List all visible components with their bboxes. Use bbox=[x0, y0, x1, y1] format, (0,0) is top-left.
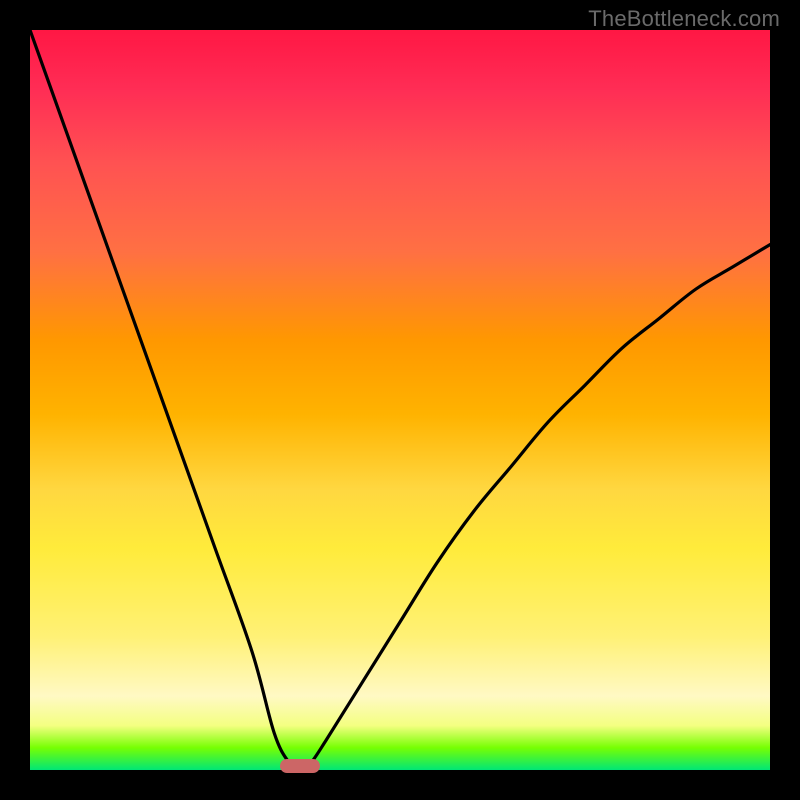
plot-area bbox=[30, 30, 770, 770]
watermark-text: TheBottleneck.com bbox=[588, 6, 780, 32]
chart-container: TheBottleneck.com bbox=[0, 0, 800, 800]
bottleneck-curve bbox=[30, 30, 770, 768]
optimal-marker bbox=[280, 759, 320, 773]
curve-svg bbox=[30, 30, 770, 770]
